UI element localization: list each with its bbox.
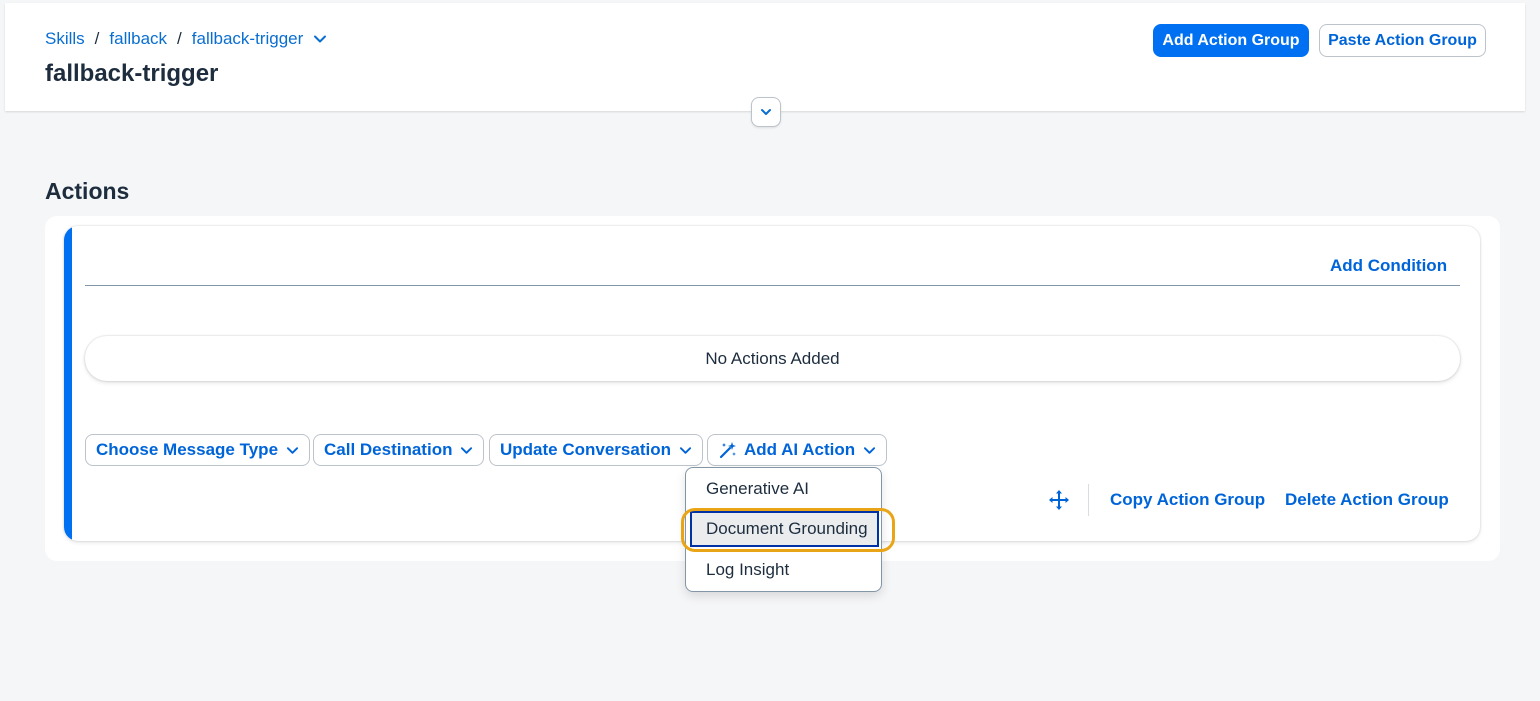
call-destination-button[interactable]: Call Destination [313, 434, 485, 466]
breadcrumb: Skills / fallback / fallback-trigger [45, 29, 327, 49]
breadcrumb-skills[interactable]: Skills [45, 29, 85, 49]
menu-button-label: Add AI Action [744, 440, 856, 459]
delete-action-group-link[interactable]: Delete Action Group [1285, 490, 1449, 510]
breadcrumb-fallback-trigger[interactable]: fallback-trigger [192, 29, 304, 49]
footer-separator [1088, 484, 1089, 516]
ai-action-dropdown-menu: Generative AI Document Grounding Log Ins… [685, 467, 882, 592]
menu-item-generative-ai[interactable]: Generative AI [686, 470, 881, 508]
breadcrumb-separator: / [94, 29, 100, 48]
page-header: Skills / fallback / fallback-trigger fal… [5, 3, 1525, 111]
condition-divider [85, 285, 1460, 286]
add-action-group-button[interactable]: Add Action Group [1153, 24, 1309, 57]
breadcrumb-separator: / [177, 29, 182, 48]
chevron-down-icon [759, 105, 773, 119]
update-conversation-button[interactable]: Update Conversation [489, 434, 703, 466]
no-actions-placeholder: No Actions Added [85, 336, 1460, 381]
move-icon[interactable] [1047, 488, 1071, 512]
page-title: fallback-trigger [45, 60, 219, 87]
chevron-down-icon [460, 444, 473, 457]
empty-state-text: No Actions Added [705, 348, 840, 368]
copy-action-group-link[interactable]: Copy Action Group [1110, 490, 1265, 510]
chevron-down-icon [863, 444, 876, 457]
add-condition-link[interactable]: Add Condition [1330, 256, 1447, 276]
action-group-accent [64, 226, 72, 541]
menu-button-label: Update Conversation [500, 440, 671, 459]
menu-button-label: Choose Message Type [96, 440, 279, 459]
choose-message-type-button[interactable]: Choose Message Type [85, 434, 311, 466]
actions-section-title: Actions [45, 178, 130, 204]
chevron-down-icon [679, 444, 692, 457]
chevron-down-icon [286, 444, 299, 457]
magic-wand-icon [718, 440, 738, 460]
paste-action-group-button[interactable]: Paste Action Group [1319, 24, 1486, 57]
chevron-down-icon[interactable] [313, 32, 327, 46]
breadcrumb-fallback[interactable]: fallback [109, 29, 167, 49]
menu-item-document-grounding[interactable]: Document Grounding [690, 511, 879, 547]
menu-button-label: Call Destination [324, 440, 453, 459]
menu-item-log-insight[interactable]: Log Insight [686, 551, 881, 589]
add-ai-action-button[interactable]: Add AI Action [707, 434, 888, 466]
collapse-header-button[interactable] [751, 97, 781, 127]
